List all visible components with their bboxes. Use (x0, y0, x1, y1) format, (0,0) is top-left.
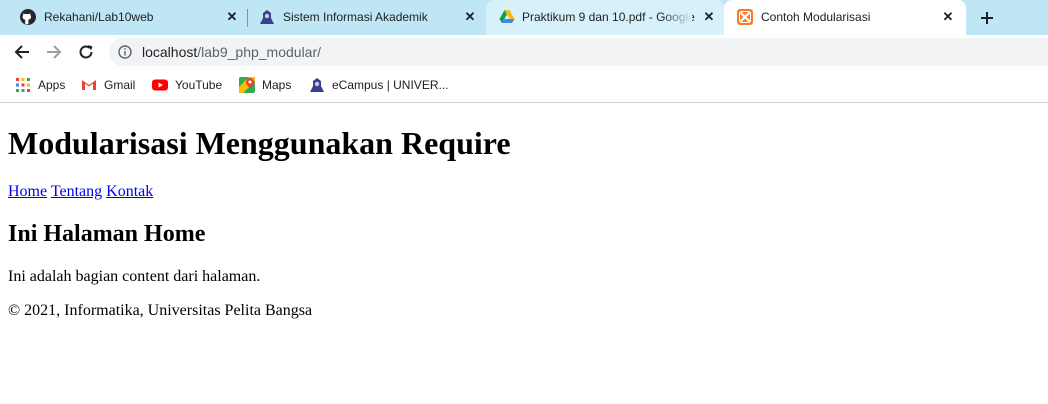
bookmark-ecampus[interactable]: eCampus | UNIVER... (309, 77, 448, 93)
bookmarks-bar: Apps Gmail YouTube Maps eCampus | UNIVER… (0, 69, 1048, 103)
bookmark-label: eCampus | UNIVER... (332, 78, 449, 92)
reload-button[interactable] (74, 40, 98, 64)
tab-title: Sistem Informasi Akademik (283, 10, 428, 24)
url-text: localhost/lab9_php_modular/ (142, 44, 321, 60)
bookmark-label: YouTube (175, 78, 223, 92)
gmail-icon (82, 80, 96, 90)
page-title: Modularisasi Menggunakan Require (8, 125, 511, 161)
tab-title: Rekahani/Lab10web (44, 10, 154, 24)
close-icon[interactable]: ✕ (939, 8, 957, 26)
bookmark-maps[interactable]: Maps (239, 77, 291, 93)
bookmark-label: Gmail (104, 78, 136, 92)
google-drive-icon (499, 10, 515, 23)
nav-link-tentang[interactable]: Tentang (51, 183, 102, 200)
xampp-icon (737, 9, 753, 25)
github-icon (20, 9, 36, 25)
youtube-icon (152, 79, 168, 91)
nav-link-kontak[interactable]: Kontak (106, 183, 153, 200)
bookmark-youtube[interactable]: YouTube (152, 77, 222, 93)
bookmark-gmail[interactable]: Gmail (81, 77, 135, 93)
forward-button[interactable] (42, 40, 66, 64)
content-paragraph: Ini adalah bagian content dari halaman. (8, 268, 261, 285)
tab-title: Contoh Modularisasi (761, 10, 871, 24)
nav-menu: Home Tentang Kontak (8, 183, 153, 201)
tab-praktikum-pdf[interactable]: Praktikum 9 dan 10.pdf - Google ✕ (486, 0, 724, 35)
arrow-right-icon (47, 45, 62, 59)
url-path: /lab9_php_modular/ (197, 44, 322, 60)
close-icon[interactable]: ✕ (223, 8, 241, 26)
close-icon[interactable]: ✕ (461, 8, 479, 26)
apps-grid-icon (16, 78, 30, 92)
url-host: localhost (142, 44, 198, 60)
campus-logo-icon (260, 10, 274, 24)
arrow-left-icon (14, 45, 29, 59)
tab-rekahani[interactable]: Rekahani/Lab10web ✕ (0, 0, 246, 35)
new-tab-button[interactable] (976, 7, 998, 29)
address-bar[interactable]: localhost/lab9_php_modular/ (109, 38, 1048, 66)
reload-icon (79, 45, 93, 59)
footer-text: © 2021, Informatika, Universitas Pelita … (8, 302, 313, 319)
nav-link-home[interactable]: Home (8, 183, 47, 200)
bookmark-label: Apps (38, 78, 66, 92)
tab-contoh-modularisasi[interactable]: Contoh Modularisasi ✕ (724, 0, 966, 35)
tab-title-fade (662, 0, 692, 35)
tab-siakad[interactable]: Sistem Informasi Akademik ✕ (248, 0, 486, 35)
close-icon[interactable]: ✕ (700, 8, 718, 26)
plus-icon (981, 12, 993, 24)
section-heading: Ini Halaman Home (8, 221, 206, 247)
bookmark-apps[interactable]: Apps (15, 77, 65, 93)
bookmark-label: Maps (262, 78, 292, 92)
tab-strip: Rekahani/Lab10web ✕ Sistem Informasi Aka… (0, 0, 1048, 35)
maps-icon (239, 77, 255, 93)
back-button[interactable] (10, 40, 34, 64)
info-icon[interactable] (118, 45, 132, 59)
campus-logo-icon (310, 78, 324, 92)
